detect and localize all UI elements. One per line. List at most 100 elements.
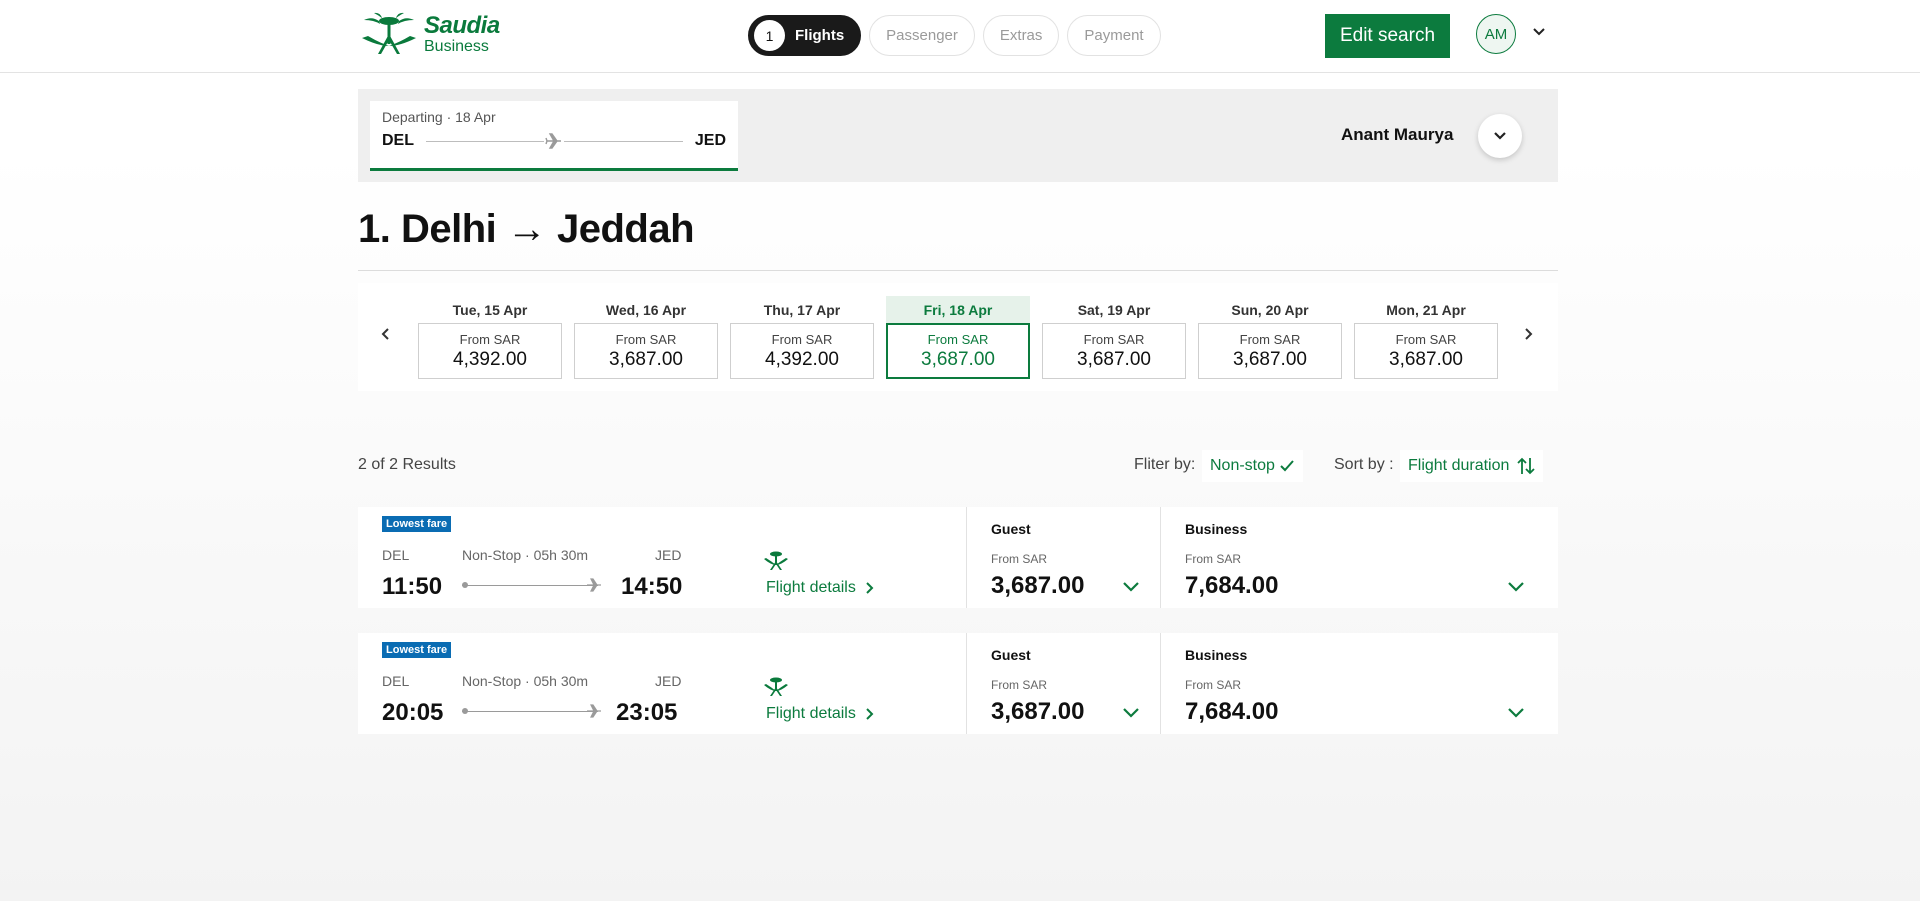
passenger-name: Anant Maurya xyxy=(1341,125,1454,144)
step-label: Passenger xyxy=(886,27,958,44)
from-label: From SAR xyxy=(1185,678,1242,692)
date-option[interactable]: Mon, 21 Apr From SAR 3,687.00 xyxy=(1354,296,1498,379)
chevron-right-icon xyxy=(1525,328,1533,340)
date-price: 4,392.00 xyxy=(453,348,527,370)
route-line xyxy=(462,711,598,712)
business-fare-option[interactable]: Business From SAR 7,684.00 xyxy=(1161,633,1558,734)
departure-time: 11:50 xyxy=(382,573,443,600)
date-label: Mon, 21 Apr xyxy=(1386,301,1466,318)
date-label: Fri, 18 Apr xyxy=(886,296,1030,323)
filter-nonstop-chip[interactable]: Non-stop xyxy=(1202,450,1303,482)
date-price: 3,687.00 xyxy=(1077,348,1151,370)
origin-code: DEL xyxy=(382,673,410,689)
origin-code: DEL xyxy=(382,132,414,149)
date-option[interactable]: Sat, 19 Apr From SAR 3,687.00 xyxy=(1042,296,1186,379)
chevron-right-icon xyxy=(866,708,874,720)
step-extras[interactable]: Extras xyxy=(982,15,1060,56)
date-label: Thu, 17 Apr xyxy=(763,301,841,318)
arrival-time: 14:50 xyxy=(621,573,683,600)
fare-price: 7,684.00 xyxy=(1185,572,1279,599)
date-label: Sat, 19 Apr xyxy=(1077,301,1151,318)
page-title: 1. Delhi → Jeddah xyxy=(358,207,695,251)
chevron-right-icon xyxy=(866,582,874,594)
cabin-name: Guest xyxy=(991,521,1031,537)
from-label: From SAR xyxy=(1239,331,1301,347)
cabin-name: Guest xyxy=(991,647,1031,663)
fare-price: 3,687.00 xyxy=(991,698,1085,725)
date-option[interactable]: Sun, 20 Apr From SAR 3,687.00 xyxy=(1198,296,1342,379)
palm-swords-logo-icon xyxy=(362,12,416,54)
step-flights[interactable]: 1 Flights xyxy=(748,15,862,56)
route-line xyxy=(426,131,683,150)
destination-code: JED xyxy=(694,132,726,149)
filter-value: Non-stop xyxy=(1210,457,1275,474)
passenger-expand-button[interactable] xyxy=(1478,114,1522,158)
date-option[interactable]: Wed, 16 Apr From SAR 3,687.00 xyxy=(574,296,718,379)
destination-code: JED xyxy=(655,673,682,689)
from-label: From SAR xyxy=(771,331,833,347)
date-carousel: Tue, 15 Apr From SAR 4,392.00 Wed, 16 Apr… xyxy=(358,283,1558,391)
guest-fare-option[interactable]: Guest From SAR 3,687.00 xyxy=(967,633,1160,734)
date-option[interactable]: Thu, 17 Apr From SAR 4,392.00 xyxy=(730,296,874,379)
airplane-icon xyxy=(587,704,601,718)
step-number: 1 xyxy=(754,20,785,51)
chevron-down-icon xyxy=(1508,708,1524,718)
step-passenger[interactable]: Passenger xyxy=(869,15,975,56)
saudia-airline-icon xyxy=(764,677,788,696)
airplane-icon xyxy=(544,131,565,150)
from-label: From SAR xyxy=(1083,331,1145,347)
chevron-down-icon xyxy=(1508,582,1524,592)
saudia-logo[interactable]: Saudia Business xyxy=(358,12,500,56)
destination-code: JED xyxy=(655,547,682,563)
flight-leg-card[interactable]: Departing · 18 Apr DEL JED xyxy=(370,101,738,171)
user-avatar[interactable]: AM xyxy=(1476,14,1516,54)
arrival-time: 23:05 xyxy=(616,699,678,726)
chevron-down-icon xyxy=(1123,582,1139,592)
date-label: Sun, 20 Apr xyxy=(1231,301,1309,318)
trip-summary-bar: Departing · 18 Apr DEL JED Anant Maurya xyxy=(358,89,1558,182)
logo-name: Saudia xyxy=(424,11,500,39)
flight-duration: Non-Stop · 05h 30m xyxy=(462,673,589,689)
checkmark-icon xyxy=(1280,460,1294,472)
fare-price: 3,687.00 xyxy=(991,572,1085,599)
previous-dates-button[interactable] xyxy=(375,323,397,345)
from-label: From SAR xyxy=(615,331,677,347)
business-fare-option[interactable]: Business From SAR 7,684.00 xyxy=(1161,507,1558,608)
from-label: From SAR xyxy=(927,331,989,347)
guest-fare-option[interactable]: Guest From SAR 3,687.00 xyxy=(967,507,1160,608)
next-dates-button[interactable] xyxy=(1517,323,1539,345)
chevron-left-icon xyxy=(381,328,389,340)
flight-result-row: Lowest fare DEL Non-Stop · 05h 30m JED 1… xyxy=(358,507,1558,608)
flight-details-link[interactable]: Flight details xyxy=(766,579,874,597)
sort-arrows-icon xyxy=(1517,457,1536,475)
date-label: Tue, 15 Apr xyxy=(452,301,528,318)
date-price: 3,687.00 xyxy=(921,348,995,370)
results-count: 2 of 2 Results xyxy=(358,456,456,473)
date-label: Wed, 16 Apr xyxy=(605,301,687,318)
date-price: 3,687.00 xyxy=(1389,348,1463,370)
top-header: Saudia Business 1 Flights Passenger Extr… xyxy=(0,0,1920,73)
step-label: Flights xyxy=(795,27,845,44)
departure-time: 20:05 xyxy=(382,699,444,726)
step-label: Extras xyxy=(999,27,1043,44)
step-payment[interactable]: Payment xyxy=(1067,15,1161,56)
saudia-airline-icon xyxy=(764,551,788,570)
divider xyxy=(358,270,1558,271)
sort-dropdown[interactable]: Flight duration xyxy=(1400,450,1544,482)
airplane-icon xyxy=(587,578,601,592)
flight-details-link[interactable]: Flight details xyxy=(766,705,874,723)
chevron-down-icon[interactable] xyxy=(1532,25,1546,39)
date-option[interactable]: Tue, 15 Apr From SAR 4,392.00 xyxy=(418,296,562,379)
edit-search-button[interactable]: Edit search xyxy=(1325,14,1450,58)
cabin-name: Business xyxy=(1185,521,1248,537)
origin-code: DEL xyxy=(382,547,410,563)
from-label: From SAR xyxy=(1185,552,1242,566)
route-line xyxy=(462,585,598,586)
step-label: Payment xyxy=(1084,27,1144,44)
flight-details-label: Flight details xyxy=(766,579,856,596)
sort-value: Flight duration xyxy=(1408,457,1510,474)
date-price: 4,392.00 xyxy=(765,348,839,370)
date-option-selected[interactable]: Fri, 18 Apr From SAR 3,687.00 xyxy=(886,296,1030,379)
flight-duration: Non-Stop · 05h 30m xyxy=(462,547,589,563)
filter-label: Fliter by: xyxy=(1134,456,1196,473)
